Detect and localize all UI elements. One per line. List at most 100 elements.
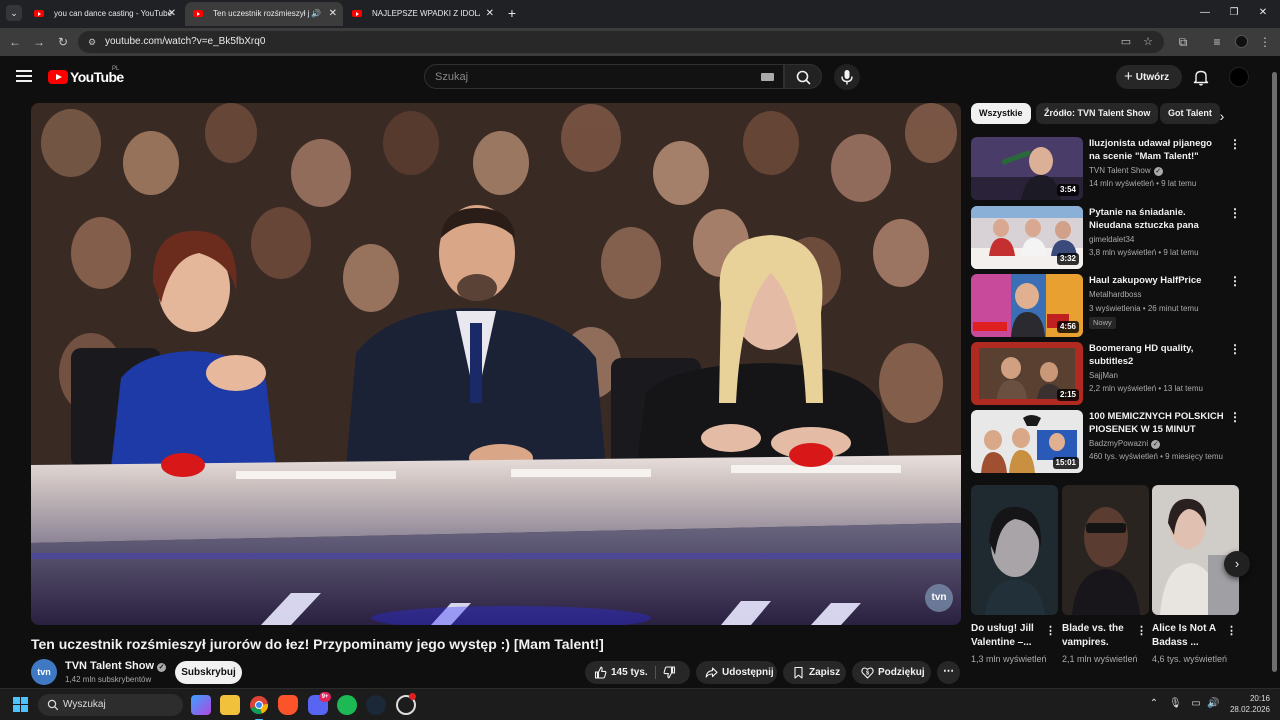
thumbs-up-icon[interactable] — [594, 666, 607, 679]
spotify-icon[interactable] — [337, 695, 357, 715]
tab-close-icon[interactable]: ✕ — [168, 2, 176, 26]
chevron-right-icon[interactable]: › — [1213, 107, 1231, 125]
chip-got-talent[interactable]: Got Talent — [1160, 103, 1220, 124]
search-button[interactable] — [784, 64, 822, 89]
recommendation-title[interactable]: Iluzjonista udawał pijanego na scenie "M… — [1089, 137, 1225, 163]
notifications-button[interactable] — [1190, 66, 1212, 88]
more-actions-button[interactable]: ⋯ — [937, 661, 960, 684]
kebab-menu-icon[interactable]: ⋮ — [1226, 624, 1237, 637]
site-info-icon[interactable]: ⚙ — [86, 36, 98, 48]
windows-start-icon[interactable] — [13, 697, 29, 713]
share-button[interactable]: Udostępnij — [696, 661, 777, 684]
recommendation-item[interactable]: 2:15 Boomerang HD quality, subtitles2 Sa… — [971, 342, 1241, 406]
speaker-icon[interactable]: 🔊 — [311, 2, 321, 26]
short-thumbnail[interactable] — [1152, 485, 1239, 615]
short-title[interactable]: Do usług! Jill Valentine –... — [971, 622, 1043, 650]
recommendation-channel[interactable]: BadzmyPowazni ✓ — [1089, 439, 1161, 449]
channel-name-text[interactable]: TVN Talent Show — [65, 660, 154, 672]
short-title[interactable]: Blade vs. the vampires. — [1062, 622, 1134, 650]
media-controls-icon[interactable]: ≡ — [1208, 33, 1226, 51]
kebab-menu-icon[interactable]: ⋮ — [1229, 275, 1241, 287]
thanks-button[interactable]: $ Podziękuj — [852, 661, 931, 684]
thumbs-down-icon[interactable] — [663, 666, 676, 679]
chip-all[interactable]: Wszystkie — [971, 103, 1031, 124]
short-title[interactable]: Alice Is Not A Badass ... — [1152, 622, 1224, 650]
recommendation-channel[interactable]: TVN Talent Show ✓ — [1089, 166, 1163, 176]
video-player[interactable]: tvn — [31, 103, 961, 625]
microphone-tray-icon[interactable]: 🎙 — [1169, 698, 1182, 710]
browser-profile-avatar[interactable] — [1235, 35, 1248, 48]
recommendation-channel[interactable]: gimeldalet34 — [1089, 235, 1134, 244]
short-thumbnail[interactable] — [1062, 485, 1149, 615]
tab-close-icon[interactable]: ✕ — [486, 2, 494, 26]
browser-tab-active[interactable]: Ten uczestnik rozśmieszył jurorów do łez… — [185, 2, 343, 26]
recommendation-title[interactable]: Boomerang HD quality, subtitles2 — [1089, 342, 1225, 368]
shelf-next-button[interactable]: › — [1224, 551, 1250, 577]
game-launcher-icon[interactable] — [396, 693, 416, 715]
kebab-menu-icon[interactable]: ⋮ — [1045, 624, 1056, 637]
tab-close-icon[interactable]: ✕ — [329, 2, 337, 26]
reload-button[interactable]: ↻ — [54, 33, 72, 51]
steam-icon[interactable] — [366, 695, 386, 715]
network-icon[interactable]: ▭ — [1190, 698, 1202, 710]
browser-menu-icon[interactable]: ⋮ — [1256, 33, 1274, 51]
channel-name-text[interactable]: BadzmyPowazni — [1089, 439, 1148, 448]
video-thumbnail[interactable]: 4:56 — [971, 274, 1083, 337]
close-window-button[interactable]: ✕ — [1253, 4, 1273, 22]
recommendation-title[interactable]: Pytanie na śniadanie. Nieudana sztuczka … — [1089, 206, 1225, 232]
channel-name[interactable]: TVN Talent Show ✓ — [65, 660, 167, 672]
new-tab-button[interactable]: + — [504, 4, 520, 22]
browser-tab[interactable]: NAJLEPSZE WPADKI Z IDOLA 2 ✕ — [344, 2, 500, 26]
subscribe-button[interactable]: Subskrybuj — [175, 661, 242, 684]
recommendation-channel[interactable]: Metalhardboss — [1089, 290, 1141, 299]
search-input[interactable] — [435, 69, 755, 85]
recommendation-item[interactable]: 4:56 Haul zakupowy HalfPrice Metalhardbo… — [971, 274, 1241, 338]
kebab-menu-icon[interactable]: ⋮ — [1229, 207, 1241, 219]
scrollbar-thumb[interactable] — [1272, 72, 1277, 672]
extensions-icon[interactable]: ⧉ — [1174, 33, 1192, 51]
page-scrollbar[interactable] — [1271, 70, 1278, 687]
address-bar[interactable]: ⚙ youtube.com/watch?v=e_Bk5fbXrq0 ▭ ☆ — [78, 31, 1164, 53]
forward-button[interactable]: → — [30, 33, 48, 51]
browser-tab[interactable]: you can dance casting - YouTube ✕ — [26, 2, 182, 26]
recommendation-item[interactable]: 3:32 Pytanie na śniadanie. Nieudana sztu… — [971, 206, 1241, 270]
brave-icon[interactable] — [278, 695, 298, 715]
back-button[interactable]: ← — [6, 33, 24, 51]
bookmark-star-icon[interactable]: ☆ — [1140, 34, 1156, 50]
chrome-icon[interactable] — [249, 695, 269, 720]
short-item[interactable]: Do usług! Jill Valentine –... ⋮ 1,3 mln … — [971, 485, 1058, 664]
copilot-icon[interactable] — [191, 695, 211, 715]
recommendation-item[interactable]: 15:01 100 MEMICZNYCH POLSKICH PIOSENEK W… — [971, 410, 1241, 474]
voice-search-button[interactable] — [834, 64, 860, 90]
taskbar-search[interactable]: Wyszukaj — [38, 694, 183, 716]
discord-icon[interactable]: 9+ — [308, 692, 331, 715]
recommendation-title[interactable]: 100 MEMICZNYCH POLSKICH PIOSENEK W 15 MI… — [1089, 410, 1225, 436]
video-thumbnail[interactable]: 3:32 — [971, 206, 1083, 269]
tray-overflow-icon[interactable]: ⌃ — [1148, 698, 1160, 710]
kebab-menu-icon[interactable]: ⋮ — [1229, 411, 1241, 423]
tab-search-menu-button[interactable]: ⌄ — [6, 5, 22, 21]
video-thumbnail[interactable]: 15:01 — [971, 410, 1083, 473]
recommendation-title[interactable]: Haul zakupowy HalfPrice — [1089, 274, 1225, 287]
short-thumbnail[interactable] — [971, 485, 1058, 615]
kebab-menu-icon[interactable]: ⋮ — [1136, 624, 1147, 637]
keyboard-icon[interactable] — [761, 73, 774, 81]
channel-name-text[interactable]: TVN Talent Show — [1089, 166, 1151, 175]
system-clock[interactable]: 20:16 28.02.2026 — [1222, 693, 1270, 715]
video-thumbnail[interactable]: 2:15 — [971, 342, 1083, 405]
video-thumbnail[interactable]: 3:54 — [971, 137, 1083, 200]
short-item[interactable]: Blade vs. the vampires. ⋮ 2,1 mln wyświe… — [1062, 485, 1149, 664]
account-avatar[interactable] — [1229, 67, 1249, 87]
create-button[interactable]: + Utwórz — [1116, 65, 1182, 89]
file-explorer-icon[interactable] — [220, 695, 240, 715]
volume-icon[interactable]: 🔊 — [1207, 698, 1219, 710]
restore-button[interactable]: ❐ — [1224, 4, 1244, 22]
guide-menu-icon[interactable] — [16, 70, 32, 82]
kebab-menu-icon[interactable]: ⋮ — [1229, 343, 1241, 355]
cast-icon[interactable]: ▭ — [1118, 34, 1134, 50]
recommendation-item[interactable]: 3:54 Iluzjonista udawał pijanego na scen… — [971, 137, 1241, 201]
channel-avatar[interactable]: tvn — [31, 659, 57, 685]
like-count[interactable]: 145 tys. — [611, 661, 648, 684]
short-item[interactable]: Alice Is Not A Badass ... ⋮ 4,6 tys. wyś… — [1152, 485, 1239, 664]
save-button[interactable]: Zapisz — [783, 661, 846, 684]
